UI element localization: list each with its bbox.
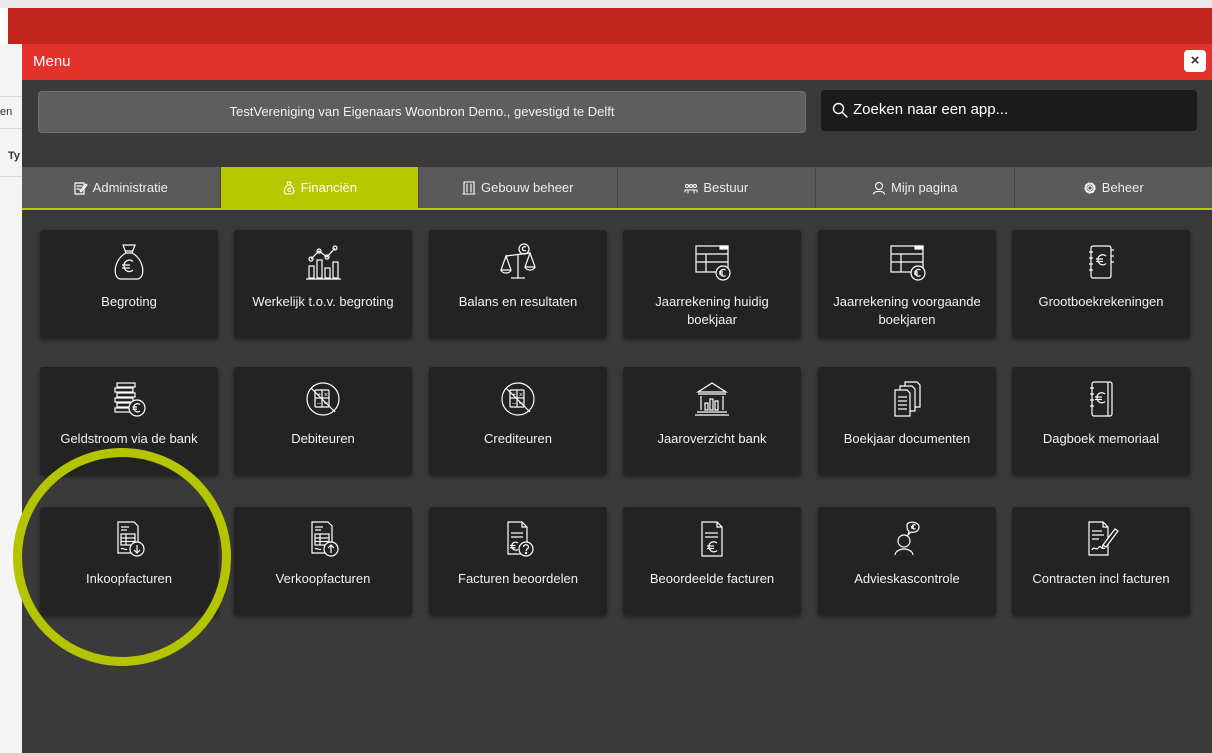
calculator-circle-icon: + × − = (429, 379, 607, 419)
tab-bestuur[interactable]: Bestuur (617, 167, 816, 208)
tab-beheer[interactable]: Beheer (1014, 167, 1212, 208)
app-tile-advieskascontrole[interactable]: Advieskascontrole (818, 507, 996, 615)
building-icon (462, 180, 476, 195)
search-icon (832, 102, 848, 118)
svg-text:+: + (512, 392, 517, 399)
tab-financien[interactable]: Financiën (220, 167, 419, 208)
app-tile-beoordeelde-facturen[interactable]: Beoordeelde facturen (623, 507, 801, 615)
ledger-book-icon (1012, 242, 1190, 282)
invoice-euro-icon (623, 519, 801, 559)
modal-header: Menu × (22, 44, 1212, 80)
background-topbar (0, 0, 1212, 8)
app-tile-verkoopfacturen[interactable]: Verkoopfacturen (234, 507, 412, 615)
journal-book-icon (1012, 379, 1190, 419)
documents-icon (818, 379, 996, 419)
background-text: Ty (8, 150, 21, 162)
app-tile-jaarrekening-voorgaande-boekjaren[interactable]: Jaarrekening voorgaande boekjaren (818, 230, 996, 338)
app-label: Jaaroverzicht bank (657, 431, 767, 446)
bar-chart-trend-icon (234, 242, 412, 282)
app-label: Balans en resultaten (458, 294, 578, 309)
tab-label: Bestuur (703, 180, 749, 195)
app-label: Verkoopfacturen (275, 571, 371, 586)
app-label: Facturen beoordelen (458, 571, 578, 586)
money-bag-icon (282, 180, 296, 195)
app-label: Dagboek memoriaal (1042, 431, 1160, 446)
app-tile-begroting[interactable]: Begroting (40, 230, 218, 338)
app-tile-facturen-beoordelen[interactable]: Facturen beoordelen (429, 507, 607, 615)
app-tile-debiteuren[interactable]: + × − = Debiteuren (234, 367, 412, 475)
invoice-question-icon (429, 519, 607, 559)
tab-label: Administratie (92, 180, 168, 195)
category-tabs: Administratie Financiën Gebouw beheer Be… (22, 167, 1212, 210)
people-icon (684, 182, 698, 194)
app-tile-inkoopfacturen[interactable]: Inkoopfacturen (40, 507, 218, 615)
modal-title: Menu (33, 53, 71, 70)
organization-name: TestVereniging van Eigenaars Woonbron De… (38, 91, 806, 133)
app-label: Crediteuren (484, 431, 552, 446)
app-tile-jaarrekening-huidig-boekjaar[interactable]: Jaarrekening huidig boekjaar (623, 230, 801, 338)
tab-label: Financiën (300, 180, 357, 195)
svg-text:−: − (317, 400, 322, 407)
app-tile-werkelijk-tov-begroting[interactable]: Werkelijk t.o.v. begroting (234, 230, 412, 338)
tab-label: Mijn pagina (891, 180, 958, 195)
app-label: Begroting (101, 294, 157, 309)
app-label: Grootboekrekeningen (1038, 294, 1164, 309)
background-divider (0, 96, 22, 97)
app-label: Jaarrekening huidig boekjaar (655, 294, 769, 327)
svg-text:=: = (324, 400, 329, 407)
tab-administratie[interactable]: Administratie (22, 167, 221, 208)
app-label: Debiteuren (291, 431, 355, 446)
gear-icon (1083, 181, 1097, 195)
app-label: Jaarrekening voorgaande boekjaren (833, 294, 981, 327)
background-divider (0, 128, 22, 129)
invoice-upload-icon (234, 519, 412, 559)
money-bag-euro-icon (40, 242, 218, 282)
spreadsheet-euro-icon (818, 242, 996, 282)
user-icon (872, 181, 886, 195)
tab-mijn-pagina[interactable]: Mijn pagina (816, 167, 1015, 208)
contract-sign-icon (1012, 519, 1190, 559)
app-label: Beoordeelde facturen (649, 571, 775, 586)
search-placeholder: Zoeken naar een app... (853, 101, 1009, 118)
app-tile-contracten-incl-facturen[interactable]: Contracten incl facturen (1012, 507, 1190, 615)
app-menu-modal: Menu × TestVereniging van Eigenaars Woon… (22, 44, 1212, 753)
app-label: Inkoopfacturen (85, 571, 172, 586)
balance-scale-icon (429, 242, 607, 282)
svg-text:×: × (519, 392, 524, 399)
tab-gebouw-beheer[interactable]: Gebouw beheer (419, 167, 618, 208)
svg-text:=: = (519, 400, 524, 407)
app-label: Werkelijk t.o.v. begroting (252, 294, 394, 309)
app-tile-crediteuren[interactable]: + × − = Crediteuren (429, 367, 607, 475)
coin-stack-icon (40, 379, 218, 419)
advisor-icon (818, 519, 996, 559)
background-divider (0, 176, 22, 177)
calculator-circle-icon: + × − = (234, 379, 412, 419)
background-header (8, 8, 1212, 44)
tab-label: Gebouw beheer (480, 180, 574, 195)
app-tile-boekjaar-documenten[interactable]: Boekjaar documenten (818, 367, 996, 475)
spreadsheet-euro-icon (623, 242, 801, 282)
app-label: Contracten incl facturen (1032, 571, 1170, 586)
svg-text:×: × (324, 392, 329, 399)
invoice-download-icon (40, 519, 218, 559)
background-text: en (0, 106, 13, 118)
app-tile-dagboek-memoriaal[interactable]: Dagboek memoriaal (1012, 367, 1190, 475)
app-tile-balans-en-resultaten[interactable]: Balans en resultaten (429, 230, 607, 338)
svg-text:+: + (317, 392, 322, 399)
app-tile-geldstroom-via-de-bank[interactable]: Geldstroom via de bank (40, 367, 218, 475)
search-input[interactable]: Zoeken naar een app... (821, 90, 1197, 131)
svg-text:−: − (512, 400, 517, 407)
edit-icon (74, 181, 88, 195)
bank-icon (623, 379, 801, 419)
app-label: Boekjaar documenten (843, 431, 971, 446)
tab-label: Beheer (1101, 180, 1144, 195)
app-label: Advieskascontrole (854, 571, 960, 586)
close-button[interactable]: × (1184, 50, 1206, 72)
app-tile-jaaroverzicht-bank[interactable]: Jaaroverzicht bank (623, 367, 801, 475)
app-label: Geldstroom via de bank (60, 431, 198, 446)
app-tile-grootboekrekeningen[interactable]: Grootboekrekeningen (1012, 230, 1190, 338)
